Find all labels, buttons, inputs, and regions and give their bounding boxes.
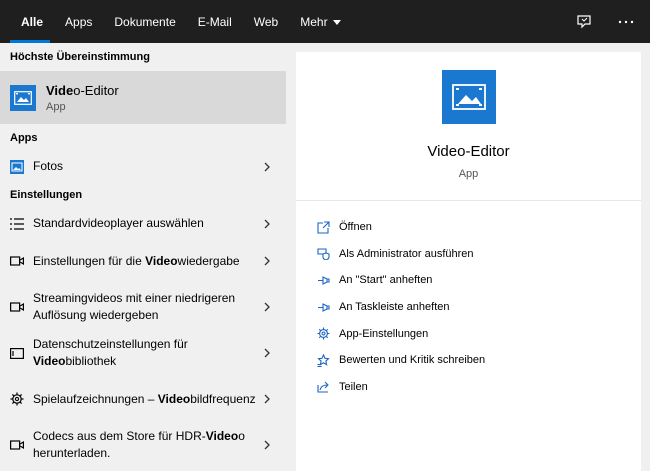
caret-down-icon [332, 19, 341, 25]
label-text: bibliothek [65, 354, 117, 368]
photos-icon [10, 159, 24, 174]
action-label: Bewerten und Kritik schreiben [339, 354, 486, 367]
result-item-setting[interactable]: Datenschutzeinstellungen für Videobiblio… [0, 330, 286, 376]
apps-header: Apps [10, 132, 38, 144]
more-options-icon[interactable] [616, 12, 636, 32]
gear-icon [316, 327, 330, 341]
result-label: Fotos [33, 159, 64, 173]
best-match-item[interactable]: Video-Editor App [0, 71, 286, 124]
tab-all[interactable]: Alle [0, 0, 54, 43]
chevron-right-icon[interactable] [262, 302, 272, 312]
action-pin-taskbar[interactable]: An Taskleiste anheften [296, 294, 641, 321]
feedback-icon[interactable] [574, 12, 594, 32]
label-text: wiedergabe [177, 253, 240, 268]
settings-header: Einstellungen [10, 189, 83, 201]
label-text: bildfrequenz [190, 391, 256, 406]
label-text: Standardvideoplayer auswählen [33, 216, 204, 230]
pin-icon [316, 273, 330, 287]
match-highlight: Vide [46, 82, 74, 98]
tab-label: Web [253, 14, 279, 29]
result-label: Codecs aus dem Store für HDR-Videoo heru… [33, 428, 262, 462]
result-label: Standardvideoplayer auswählen [33, 215, 262, 232]
chevron-right-icon[interactable] [262, 256, 272, 266]
results-list: Höchste Übereinstimmung Video-Editor App… [0, 43, 286, 471]
action-label: An "Start" anheften [339, 274, 433, 287]
result-item-photos[interactable]: Fotos [0, 152, 286, 181]
label-text: Spielaufzeichnungen – [33, 391, 158, 406]
best-match-type: App [46, 100, 66, 113]
chevron-right-icon[interactable] [262, 162, 272, 172]
tab-label: Dokumente [114, 14, 176, 29]
detail-type: App [458, 168, 479, 180]
shield-icon [316, 247, 330, 261]
chevron-right-icon[interactable] [262, 440, 272, 450]
share-icon [316, 380, 330, 394]
action-label: An Taskleiste anheften [339, 301, 450, 314]
match-highlight: Video [145, 253, 178, 268]
action-run-as-admin[interactable]: Als Administrator ausführen [296, 241, 641, 268]
result-label: Spielaufzeichnungen – Videobildfrequenz [33, 391, 262, 408]
tab-documents[interactable]: Dokumente [103, 0, 186, 43]
action-label: App-Einstellungen [339, 327, 429, 340]
action-label: Als Administrator ausführen [339, 247, 474, 260]
result-item-setting[interactable]: Streamingvideos mit einer niedrigeren Au… [0, 284, 286, 330]
video-camera-icon [10, 300, 24, 314]
list-icon [10, 217, 24, 231]
video-editor-icon [441, 70, 496, 124]
tab-email[interactable]: E-Mail [187, 0, 243, 43]
result-label: Datenschutzeinstellungen für Videobiblio… [33, 336, 262, 370]
result-item-setting[interactable]: Spielaufzeichnungen – Videobildfrequenz [0, 376, 286, 422]
open-icon [316, 220, 330, 234]
video-editor-icon [10, 84, 36, 111]
result-item-setting[interactable]: Einstellungen für die Videowiedergabe [0, 238, 286, 284]
chevron-right-icon[interactable] [262, 219, 272, 229]
detail-title: Video-Editor [427, 143, 510, 160]
best-match-header: Höchste Übereinstimmung [10, 51, 150, 63]
tab-web[interactable]: Web [243, 0, 289, 43]
action-label: Öffnen [339, 221, 372, 234]
tab-label: Alle [21, 14, 44, 29]
star-icon [316, 353, 330, 367]
label-text: Datenschutzeinstellungen für [33, 337, 188, 351]
tab-label: E-Mail [197, 14, 232, 29]
detail-panel: Video-Editor App Öffnen Als Administrato… [296, 52, 641, 471]
result-label: Streamingvideos mit einer niedrigeren Au… [33, 290, 262, 324]
tab-label: Apps [65, 14, 93, 29]
action-label: Teilen [339, 380, 368, 393]
best-match-name: Video-Editor [46, 83, 119, 98]
video-camera-icon [10, 438, 24, 452]
tab-more[interactable]: Mehr [289, 0, 351, 43]
action-list: Öffnen Als Administrator ausführen An "S… [296, 201, 641, 400]
label-text: Einstellungen für die [33, 253, 146, 268]
result-item-setting[interactable]: Standardvideoplayer auswählen [0, 209, 286, 238]
action-share[interactable]: Teilen [296, 374, 641, 401]
chevron-right-icon[interactable] [262, 348, 272, 358]
match-highlight: Video [157, 391, 191, 406]
action-app-settings[interactable]: App-Einstellungen [296, 320, 641, 347]
screen-icon [10, 346, 24, 360]
search-filter-bar: Alle Apps Dokumente E-Mail Web Mehr [0, 0, 650, 43]
match-highlight: Video [33, 354, 66, 368]
label-text: Codecs aus dem Store für HDR- [33, 429, 206, 443]
label-text: Streamingvideos mit einer niedrigeren Au… [33, 291, 236, 322]
pin-icon [316, 300, 330, 314]
gear-icon [10, 392, 24, 406]
action-pin-start[interactable]: An "Start" anheften [296, 267, 641, 294]
result-item-setting[interactable]: Codecs aus dem Store für HDR-Videoo heru… [0, 422, 286, 468]
match-highlight: Video [205, 429, 239, 443]
result-label: Einstellungen für die Videowiedergabe [33, 253, 262, 270]
detail-header: Video-Editor App [296, 52, 641, 201]
video-camera-icon [10, 254, 24, 268]
tab-label: Mehr [300, 14, 328, 29]
action-rate-review[interactable]: Bewerten und Kritik schreiben [296, 347, 641, 374]
chevron-right-icon[interactable] [262, 394, 272, 404]
action-open[interactable]: Öffnen [296, 214, 641, 241]
tab-apps[interactable]: Apps [54, 0, 103, 43]
match-rest: o-Editor [73, 82, 119, 98]
